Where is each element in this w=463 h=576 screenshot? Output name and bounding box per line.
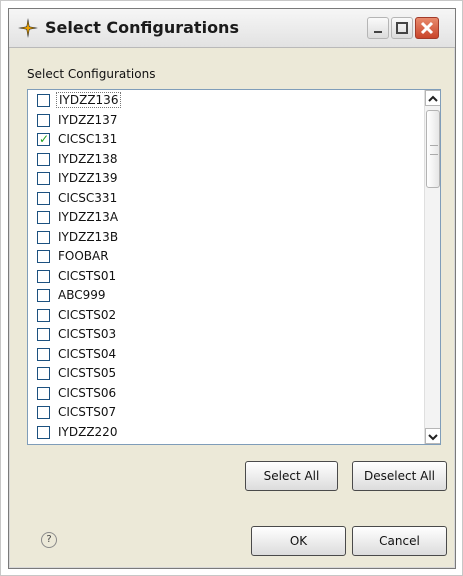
cancel-button[interactable]: Cancel <box>352 526 447 556</box>
configuration-label: CICSTS04 <box>58 346 117 361</box>
configuration-checkbox[interactable] <box>37 172 50 185</box>
configuration-list-item[interactable]: IYDZZ139 <box>28 169 420 189</box>
configuration-list-item[interactable]: IYDZZ137 <box>28 111 420 131</box>
configuration-label: CICSTS02 <box>58 307 117 322</box>
window-title: Select Configurations <box>45 18 239 37</box>
configuration-label: CICSTS03 <box>58 327 117 341</box>
configuration-list-item[interactable]: CICSTS04 <box>28 345 420 365</box>
configuration-list-item[interactable]: IYDZZ13A <box>28 208 420 228</box>
chevron-down-icon <box>428 434 438 441</box>
configuration-list-item[interactable]: CICSTS01 <box>28 267 420 287</box>
configuration-list-item[interactable]: CICSC331 <box>28 189 420 209</box>
configuration-checkbox[interactable]: ✓ <box>37 132 50 146</box>
configuration-list-item[interactable]: IYDZZ136 <box>28 91 420 111</box>
close-icon <box>420 21 434 35</box>
section-label: Select Configurations <box>27 67 156 81</box>
title-bar[interactable]: Select Configurations <box>9 9 455 48</box>
maximize-button[interactable] <box>391 17 413 39</box>
configuration-checkbox[interactable] <box>37 347 50 361</box>
minimize-icon <box>374 31 382 33</box>
configuration-list-item[interactable]: CICSTS03 <box>28 325 420 345</box>
scroll-thumb[interactable] <box>426 110 440 188</box>
select-configurations-dialog: Select Configurations Select Configurati… <box>8 8 456 569</box>
scroll-grip <box>430 145 438 155</box>
configuration-label: IYDZZ13B <box>58 229 119 244</box>
help-icon[interactable]: ? <box>41 532 57 548</box>
configuration-label: CICSTS07 <box>58 405 117 419</box>
configuration-checkbox[interactable] <box>37 94 50 107</box>
configuration-checkbox[interactable] <box>37 425 50 439</box>
configuration-checkbox[interactable] <box>37 152 50 166</box>
configuration-label: CICSTS06 <box>58 385 117 400</box>
deselect-all-button[interactable]: Deselect All <box>352 461 447 491</box>
configuration-label: FOOBAR <box>58 249 109 263</box>
configuration-checkbox[interactable] <box>37 113 50 127</box>
configuration-list-item[interactable]: ABC999 <box>28 286 420 306</box>
configuration-list[interactable]: IYDZZ136 IYDZZ137 ✓ CICSC131 IYDZZ138 IYDZZ13… <box>27 89 441 445</box>
configuration-checkbox[interactable] <box>37 211 50 224</box>
checkmark-icon: ✓ <box>39 132 50 146</box>
configuration-label: ABC999 <box>58 288 106 302</box>
configuration-label: CICSTS05 <box>58 366 117 380</box>
configuration-list-item[interactable]: CICSTS05 <box>28 364 420 384</box>
configuration-checkbox[interactable] <box>37 386 50 400</box>
configuration-checkbox[interactable] <box>37 250 50 263</box>
configuration-label: CICSC131 <box>58 132 118 146</box>
configuration-label: CICSC331 <box>58 190 118 205</box>
configuration-checkbox[interactable] <box>37 230 50 244</box>
configuration-checkbox[interactable] <box>37 406 50 419</box>
close-button[interactable] <box>415 17 439 39</box>
configuration-label: IYDZZ137 <box>58 112 118 127</box>
ok-button[interactable]: OK <box>251 526 346 556</box>
configuration-checkbox[interactable] <box>37 269 50 283</box>
configuration-list-item[interactable]: IYDZZ220 <box>28 423 420 443</box>
configuration-list-item[interactable]: CICSTS02 <box>28 306 420 326</box>
minimize-button[interactable] <box>367 17 389 39</box>
configuration-label: IYDZZ136 <box>56 92 122 108</box>
configuration-checkbox[interactable] <box>37 308 50 322</box>
select-all-button[interactable]: Select All <box>245 461 338 491</box>
configuration-label: CICSTS01 <box>58 268 117 283</box>
configuration-checkbox[interactable] <box>37 191 50 205</box>
vertical-scrollbar[interactable] <box>424 90 440 444</box>
configuration-label: IYDZZ138 <box>58 151 118 166</box>
configuration-list-item[interactable]: IYDZZ138 <box>28 150 420 170</box>
star-compass-icon <box>18 18 38 38</box>
configuration-checkbox[interactable] <box>37 289 50 302</box>
configuration-checkbox[interactable] <box>37 367 50 380</box>
configuration-list-item[interactable]: ✓ CICSC131 <box>28 130 420 150</box>
scroll-up-button[interactable] <box>425 90 440 106</box>
scroll-down-button[interactable] <box>425 428 440 444</box>
maximize-icon <box>396 22 408 34</box>
configuration-list-item[interactable]: CICSTS06 <box>28 384 420 404</box>
configuration-checkbox[interactable] <box>37 328 50 341</box>
configuration-label: IYDZZ13A <box>58 210 119 224</box>
configuration-list-item[interactable]: CICSTS07 <box>28 403 420 423</box>
configuration-label: IYDZZ139 <box>58 171 118 185</box>
configuration-list-item[interactable]: FOOBAR <box>28 247 420 267</box>
configuration-list-item[interactable]: IYDZZ13B <box>28 228 420 248</box>
chevron-up-icon <box>428 95 438 102</box>
configuration-label: IYDZZ220 <box>58 424 118 439</box>
